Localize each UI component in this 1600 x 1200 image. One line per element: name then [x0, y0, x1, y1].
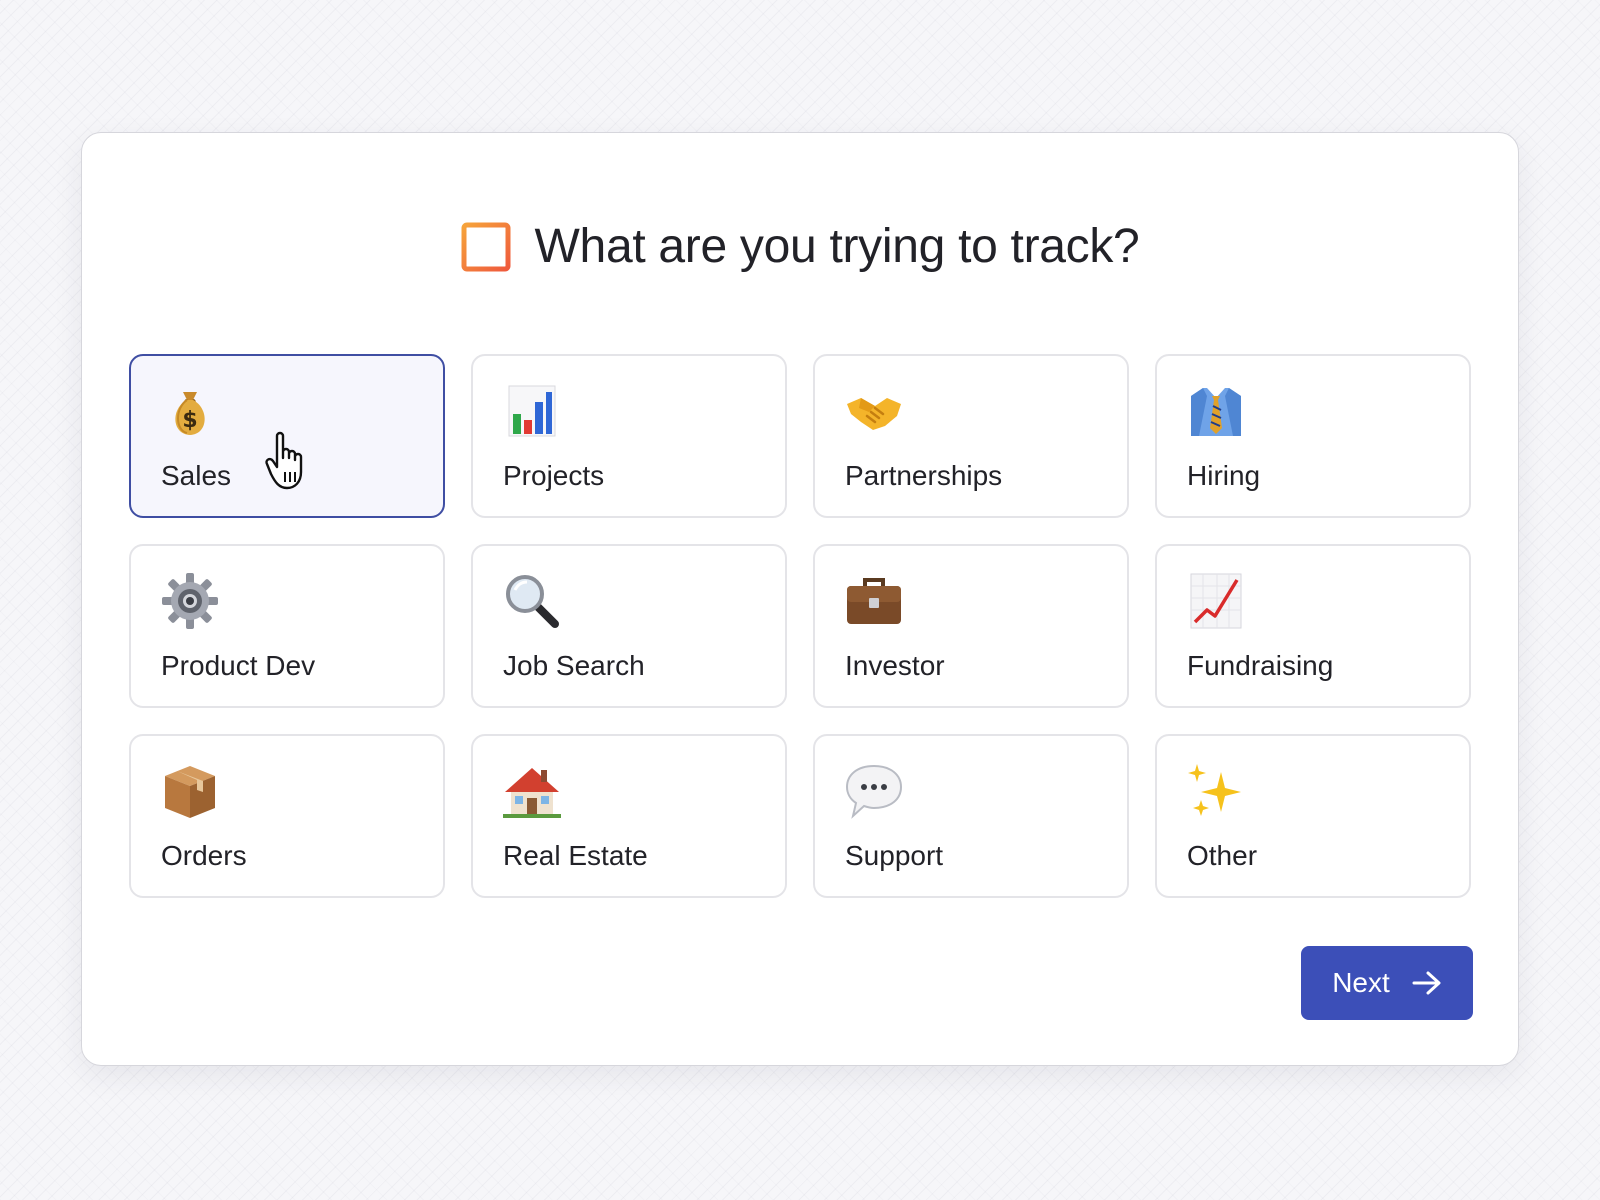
option-label: Projects — [503, 460, 605, 491]
layout-icon — [461, 222, 511, 271]
option-label: Sales — [161, 460, 232, 491]
arrow-right-icon — [1412, 971, 1441, 995]
money-bag-icon: $ — [161, 382, 219, 440]
house-icon — [503, 762, 561, 820]
track-selection-card: What are you trying to track? $ Sales Pr… — [81, 132, 1519, 1066]
option-tile-real-estate[interactable]: Real Estate — [471, 734, 787, 898]
option-label: Investor — [845, 650, 945, 681]
briefcase-icon — [845, 572, 903, 630]
handshake-icon — [845, 382, 903, 440]
option-tile-orders[interactable]: Orders — [129, 734, 445, 898]
next-button-label: Next — [1332, 967, 1390, 998]
options-grid: $ Sales Projects Partnerships Hiring Pro… — [129, 354, 1471, 898]
option-tile-product-dev[interactable]: Product Dev — [129, 544, 445, 708]
bar-chart-icon — [503, 382, 561, 440]
option-label: Job Search — [503, 650, 645, 681]
package-icon — [161, 762, 219, 820]
option-tile-hiring[interactable]: Hiring — [1155, 354, 1471, 518]
option-label: Fundraising — [1187, 650, 1334, 681]
chart-increasing-icon — [1187, 572, 1245, 630]
option-label: Product Dev — [161, 650, 316, 681]
option-label: Real Estate — [503, 840, 648, 871]
next-button[interactable]: Next — [1301, 946, 1473, 1020]
option-tile-investor[interactable]: Investor — [813, 544, 1129, 708]
sparkles-icon — [1187, 762, 1245, 820]
option-label: Partnerships — [845, 460, 1003, 491]
option-label: Orders — [161, 840, 247, 871]
magnifier-icon — [503, 572, 561, 630]
option-tile-sales[interactable]: $ Sales — [129, 354, 445, 518]
page-title: What are you trying to track? — [534, 220, 1140, 273]
option-tile-fundraising[interactable]: Fundraising — [1155, 544, 1471, 708]
option-label: Hiring — [1187, 460, 1261, 491]
header: What are you trying to track? — [82, 219, 1518, 274]
option-tile-support[interactable]: Support — [813, 734, 1129, 898]
gear-icon — [161, 572, 219, 630]
option-tile-other[interactable]: Other — [1155, 734, 1471, 898]
option-tile-projects[interactable]: Projects — [471, 354, 787, 518]
svg-text:$: $ — [182, 408, 197, 433]
option-label: Support — [845, 840, 944, 871]
option-label: Other — [1187, 840, 1258, 871]
speech-bubble-icon — [845, 762, 903, 820]
option-tile-partnerships[interactable]: Partnerships — [813, 354, 1129, 518]
shirt-tie-icon — [1187, 382, 1245, 440]
option-tile-job-search[interactable]: Job Search — [471, 544, 787, 708]
hand-pointer-cursor-icon — [265, 431, 303, 490]
